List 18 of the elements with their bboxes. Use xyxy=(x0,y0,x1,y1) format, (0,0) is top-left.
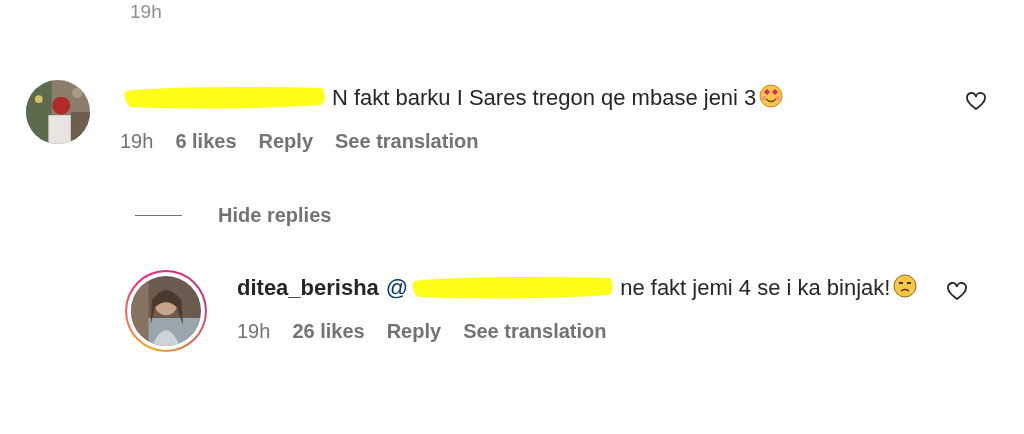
comment-text: N fakt barku I Sares tregon qe mbase jeni 3 xyxy=(120,80,946,116)
timestamp: 19h xyxy=(120,129,154,154)
mention-link[interactable]: @ xyxy=(385,275,409,300)
smiling-hearts-emoji-icon xyxy=(758,83,785,109)
comment-text: ditea_berisha @ ne fakt jemi 4 se i ka binjak! xyxy=(237,270,927,306)
reply-button[interactable]: Reply xyxy=(258,126,313,156)
timestamp: 19h xyxy=(130,2,162,21)
likes-count[interactable]: 26 likes xyxy=(292,316,365,346)
see-translation-link[interactable]: See translation xyxy=(335,126,479,156)
see-translation-link[interactable]: See translation xyxy=(463,316,607,346)
heart-icon[interactable] xyxy=(966,92,986,111)
likes-count[interactable]: 6 likes xyxy=(175,126,237,156)
timestamp: 19h xyxy=(237,319,271,344)
reply-button[interactable]: Reply xyxy=(386,316,442,346)
hide-replies-button[interactable]: Hide replies xyxy=(218,200,332,230)
heart-icon[interactable] xyxy=(947,282,967,301)
unamused-emoji-icon xyxy=(892,273,919,299)
username-link[interactable]: ditea_berisha xyxy=(237,275,379,300)
